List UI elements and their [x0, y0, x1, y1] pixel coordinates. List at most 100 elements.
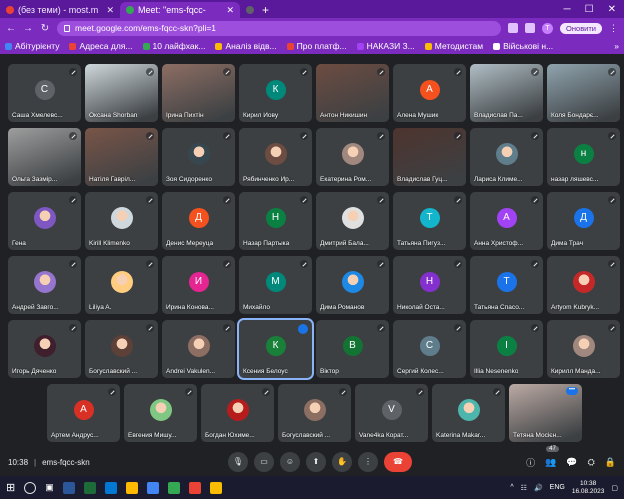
participant-tile[interactable]: Кирилл Манда... — [547, 320, 620, 378]
emoji-icon[interactable]: ☺ — [280, 452, 300, 472]
reload-icon[interactable]: ↻ — [40, 23, 50, 34]
taskbar-app-icon[interactable] — [83, 481, 96, 494]
taskbar-app-icon[interactable] — [188, 481, 201, 494]
participant-tile[interactable]: Богуславский ... — [85, 320, 158, 378]
tab-close-icon[interactable]: ✕ — [226, 5, 234, 16]
participant-tile[interactable]: Гена — [8, 192, 81, 250]
minimize-icon[interactable]: ─ — [564, 4, 571, 15]
taskbar-app-icon[interactable] — [62, 481, 75, 494]
participant-tile[interactable]: Богдан Юхиме... — [201, 384, 274, 442]
participant-tile[interactable]: Игорь Дяченко — [8, 320, 81, 378]
taskbar-app-icon[interactable] — [209, 481, 222, 494]
search-icon[interactable] — [24, 481, 37, 494]
browser-tab[interactable]: Meet: "ems-fqcc- ✕ — [120, 2, 240, 18]
activities-icon[interactable]: ⛭ — [588, 457, 595, 468]
participant-tile[interactable]: Рябинченко Ир... — [239, 128, 312, 186]
participant-tile[interactable]: Евгения Мишу... — [124, 384, 197, 442]
raise-hand-icon[interactable]: ✋ — [332, 452, 352, 472]
bookmark-item[interactable]: НАКАЗИ З... — [356, 41, 415, 51]
participant-tile[interactable]: Н Николай Оста... — [393, 256, 466, 314]
url-field[interactable]: meet.google.com/ems-fqcc-skn?pli=1 — [57, 20, 502, 36]
participant-tile[interactable]: Оксана Shorban — [85, 64, 158, 122]
participant-tile[interactable]: М Михайло — [239, 256, 312, 314]
participant-tile[interactable]: Дмитрий Бала... — [316, 192, 389, 250]
participant-tile[interactable]: I Illia Nesenenko — [470, 320, 543, 378]
participant-tile[interactable]: Антон Никишин — [316, 64, 389, 122]
browser-tab[interactable] — [240, 2, 256, 18]
participant-tile[interactable]: Коля Бондарє... — [547, 64, 620, 122]
participant-tile[interactable]: А Артем Андрус... — [47, 384, 120, 442]
participant-tile[interactable]: А Алена Мушик — [393, 64, 466, 122]
bookmarks-more-button[interactable]: » — [614, 41, 619, 51]
present-icon[interactable]: ⬆ — [306, 452, 326, 472]
participant-tile[interactable]: н назар ляшевс... — [547, 128, 620, 186]
taskbar-app-icon[interactable] — [125, 481, 138, 494]
participant-tile[interactable]: Богуславский ... — [278, 384, 351, 442]
bookmark-item[interactable]: Методистам — [424, 41, 483, 51]
participant-tile[interactable]: К Кирил Йову — [239, 64, 312, 122]
participant-tile[interactable]: Ольга Зазмір... — [8, 128, 81, 186]
people-icon[interactable]: 👥 — [545, 457, 556, 468]
info-icon[interactable]: ⓘ — [526, 456, 535, 469]
camera-icon[interactable]: ▭ — [254, 452, 274, 472]
task-view-icon[interactable]: ▣ — [45, 482, 54, 493]
participant-tile[interactable]: И Ирина Конова... — [162, 256, 235, 314]
more-options-icon[interactable]: ••• — [566, 387, 578, 395]
volume-icon[interactable]: 🔊 — [534, 484, 543, 492]
participant-tile[interactable]: Екатерина Ром... — [316, 128, 389, 186]
tab-close-icon[interactable]: ✕ — [106, 5, 114, 16]
participant-tile[interactable]: В Віктор — [316, 320, 389, 378]
browser-tab[interactable]: (без теми) - most.m ✕ — [0, 2, 120, 18]
close-icon[interactable]: ✕ — [608, 4, 616, 15]
participant-tile[interactable]: Andrei Vakulen... — [162, 320, 235, 378]
menu-icon[interactable]: ⋮ — [609, 23, 618, 34]
update-button[interactable]: Оновити — [560, 22, 602, 34]
more-options-icon[interactable]: ⋮ — [358, 452, 378, 472]
bookmark-item[interactable]: Військові н... — [493, 41, 553, 51]
bookmark-item[interactable]: Про платф... — [286, 41, 347, 51]
taskbar-app-icon[interactable] — [104, 481, 117, 494]
host-controls-icon[interactable]: 🔒 — [605, 457, 616, 468]
bookmark-item[interactable]: Абітурієнту — [5, 41, 59, 51]
participant-tile[interactable]: Kirill Klimenko — [85, 192, 158, 250]
participant-tile[interactable]: V Vane4ka Корат... — [355, 384, 428, 442]
chat-icon[interactable]: 💬 — [566, 457, 577, 468]
participant-tile[interactable]: Н Назар Партыка — [239, 192, 312, 250]
participant-tile[interactable]: С Сергий Колес... — [393, 320, 466, 378]
bookmark-item[interactable]: Аналіз відв... — [215, 41, 277, 51]
back-icon[interactable]: ← — [6, 23, 16, 34]
participant-tile[interactable]: Т Татьяна Спасо... — [470, 256, 543, 314]
language-indicator[interactable]: ENG — [550, 484, 565, 491]
participant-tile[interactable]: Андрей Завго... — [8, 256, 81, 314]
participant-tile[interactable]: Artyom Kubryk... — [547, 256, 620, 314]
tray-arrow-icon[interactable]: ^ — [510, 484, 513, 491]
participant-tile[interactable]: Д Дима Трач — [547, 192, 620, 250]
bookmark-item[interactable]: Адреса для... — [69, 41, 133, 51]
participant-tile[interactable]: Katerina Makar... — [432, 384, 505, 442]
participant-tile[interactable]: Лариса Климе... — [470, 128, 543, 186]
clock[interactable]: 10:38 16.08.2023 — [572, 480, 605, 496]
participant-tile[interactable]: Натіля Гавріл... — [85, 128, 158, 186]
end-call-button[interactable]: ☎ — [384, 452, 412, 472]
bookmark-item[interactable]: 10 лайфхак... — [142, 41, 205, 51]
participant-tile[interactable]: Зоя Сидоренко — [162, 128, 235, 186]
participant-tile[interactable]: А Анна Христоф... — [470, 192, 543, 250]
maximize-icon[interactable]: ☐ — [585, 4, 594, 15]
profile-avatar[interactable]: Т — [542, 22, 554, 34]
windows-start-icon[interactable]: ⊞ — [6, 481, 15, 494]
participant-tile[interactable]: Ірина Пихтін — [162, 64, 235, 122]
participant-tile[interactable]: Владислав Гуц... — [393, 128, 466, 186]
new-tab-button[interactable]: + — [256, 2, 275, 18]
puzzle-icon[interactable] — [525, 23, 536, 33]
extension-icon[interactable] — [508, 23, 519, 33]
participant-tile[interactable]: ••• Тетяна Мосієн... — [509, 384, 582, 442]
participant-tile[interactable]: Д Денис Мереуца — [162, 192, 235, 250]
notifications-icon[interactable]: ▢ — [611, 484, 618, 492]
participant-tile[interactable]: Liliya A. — [85, 256, 158, 314]
participant-tile[interactable]: Дима Романов — [316, 256, 389, 314]
participant-tile[interactable]: Т Татьяна Пигуз... — [393, 192, 466, 250]
taskbar-app-icon[interactable] — [146, 481, 159, 494]
network-icon[interactable]: ☷ — [521, 484, 527, 492]
forward-icon[interactable]: → — [23, 23, 33, 34]
microphone-icon[interactable]: 🎙 — [228, 452, 248, 472]
